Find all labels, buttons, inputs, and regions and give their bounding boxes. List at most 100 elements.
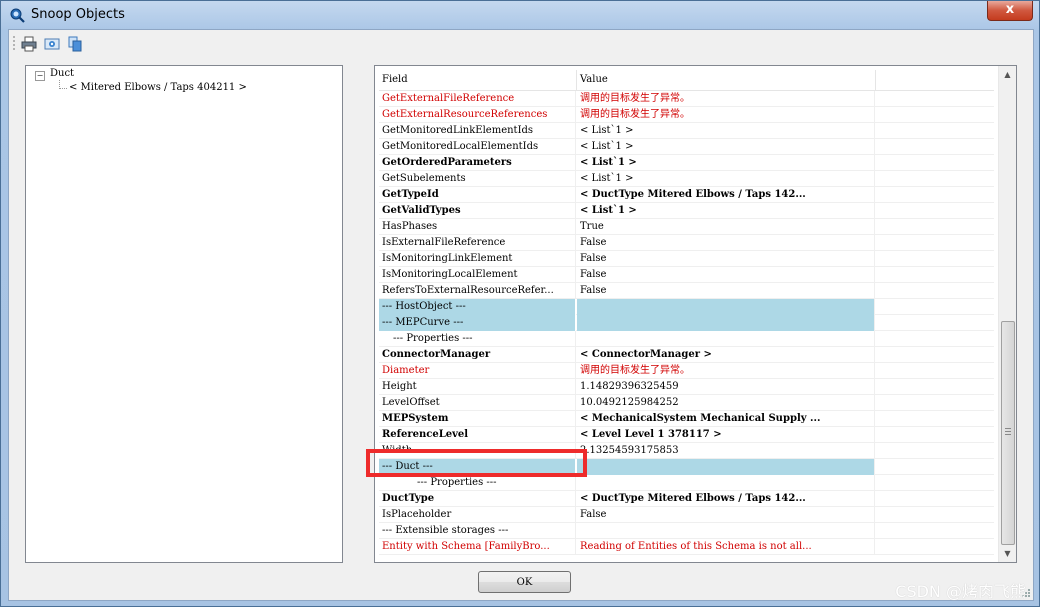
value-cell[interactable]	[577, 459, 875, 475]
grid-row[interactable]: --- Properties ---	[379, 331, 994, 347]
field-cell[interactable]: Height	[379, 379, 576, 395]
field-cell[interactable]: --- HostObject ---	[379, 299, 576, 315]
field-cell[interactable]: ReferenceLevel	[379, 427, 576, 443]
field-cell[interactable]: LevelOffset	[379, 395, 576, 411]
field-cell[interactable]: ConnectorManager	[379, 347, 576, 363]
grid-row[interactable]: IsPlaceholder False	[379, 507, 994, 523]
print-icon[interactable]	[21, 36, 37, 52]
value-cell[interactable]: False	[577, 251, 875, 267]
field-cell[interactable]: --- Properties ---	[379, 331, 576, 347]
value-cell[interactable]	[577, 315, 875, 331]
toolbar-grip-icon[interactable]	[13, 35, 15, 51]
column-header-field[interactable]: Field	[379, 70, 577, 90]
grid-row[interactable]: Diameter 调用的目标发生了异常。	[379, 363, 994, 379]
grid-row[interactable]: GetExternalResourceReferences 调用的目标发生了异常。	[379, 107, 994, 123]
grid-row[interactable]: GetOrderedParameters < List`1 >	[379, 155, 994, 171]
value-cell[interactable]: < DuctType Mitered Elbows / Taps 142...	[577, 187, 875, 203]
ok-button[interactable]: OK	[478, 571, 571, 593]
value-cell[interactable]: < List`1 >	[577, 155, 875, 171]
grid-row[interactable]: LevelOffset 10.0492125984252	[379, 395, 994, 411]
scroll-down-arrow-icon[interactable]: ▼	[999, 545, 1016, 562]
grid-row[interactable]: MEPSystem < MechanicalSystem Mechanical S…	[379, 411, 994, 427]
value-cell[interactable]	[577, 331, 875, 347]
close-button[interactable]: x	[987, 1, 1033, 21]
value-cell[interactable]	[577, 299, 875, 315]
value-cell[interactable]: 2.13254593175853	[577, 443, 875, 459]
value-cell[interactable]: 1.14829396325459	[577, 379, 875, 395]
value-cell[interactable]: 调用的目标发生了异常。	[577, 91, 875, 107]
grid-row[interactable]: Entity with Schema [FamilyBro... Reading …	[379, 539, 994, 555]
field-cell[interactable]: GetMonitoredLinkElementIds	[379, 123, 576, 139]
field-cell[interactable]: IsExternalFileReference	[379, 235, 576, 251]
grid-row[interactable]: --- Extensible storages ---	[379, 523, 994, 539]
value-cell[interactable]: Reading of Entities of this Schema is no…	[577, 539, 875, 555]
field-cell[interactable]: HasPhases	[379, 219, 576, 235]
grid-row[interactable]: ConnectorManager < ConnectorManager >	[379, 347, 994, 363]
object-tree-view[interactable]: − Duct < Mitered Elbows / Taps 404211 >	[25, 65, 343, 563]
grid-row[interactable]: RefersToExternalResourceRefer... False	[379, 283, 994, 299]
value-cell[interactable]: 10.0492125984252	[577, 395, 875, 411]
field-cell[interactable]: DuctType	[379, 491, 576, 507]
value-cell[interactable]: < List`1 >	[577, 123, 875, 139]
value-cell[interactable]: < List`1 >	[577, 139, 875, 155]
grid-row[interactable]: GetTypeId < DuctType Mitered Elbows / Tap…	[379, 187, 994, 203]
grid-row[interactable]: GetValidTypes < List`1 >	[379, 203, 994, 219]
value-cell[interactable]	[577, 475, 875, 491]
property-grid[interactable]: Field Value GetExternalFileReference 调用的目…	[374, 65, 1017, 563]
tree-collapse-icon[interactable]: −	[35, 71, 45, 81]
field-cell[interactable]: Entity with Schema [FamilyBro...	[379, 539, 576, 555]
title-bar[interactable]: Snoop Objects x	[1, 1, 1039, 29]
value-cell[interactable]: < List`1 >	[577, 203, 875, 219]
value-cell[interactable]: 调用的目标发生了异常。	[577, 107, 875, 123]
print-preview-icon[interactable]	[44, 36, 60, 52]
value-cell[interactable]	[577, 523, 875, 539]
tree-node-duct[interactable]: Duct	[50, 68, 74, 79]
field-cell[interactable]: --- Extensible storages ---	[379, 523, 576, 539]
value-cell[interactable]: < DuctType Mitered Elbows / Taps 142...	[577, 491, 875, 507]
value-cell[interactable]: False	[577, 507, 875, 523]
grid-row[interactable]: GetSubelements < List`1 >	[379, 171, 994, 187]
value-cell[interactable]: < ConnectorManager >	[577, 347, 875, 363]
column-header-value[interactable]: Value	[577, 70, 876, 90]
grid-row[interactable]: Height 1.14829396325459	[379, 379, 994, 395]
grid-row[interactable]: GetExternalFileReference 调用的目标发生了异常。	[379, 91, 994, 107]
value-cell[interactable]: 调用的目标发生了异常。	[577, 363, 875, 379]
grid-row[interactable]: HasPhases True	[379, 219, 994, 235]
grid-row[interactable]: IsMonitoringLinkElement False	[379, 251, 994, 267]
grid-row[interactable]: DuctType < DuctType Mitered Elbows / Taps…	[379, 491, 994, 507]
value-cell[interactable]: < MechanicalSystem Mechanical Supply ...	[577, 411, 875, 427]
value-cell[interactable]: False	[577, 235, 875, 251]
field-cell[interactable]: GetExternalFileReference	[379, 91, 576, 107]
field-cell[interactable]: GetExternalResourceReferences	[379, 107, 576, 123]
scrollbar-thumb[interactable]	[1001, 321, 1015, 545]
field-cell[interactable]: RefersToExternalResourceRefer...	[379, 283, 576, 299]
grid-row[interactable]: --- HostObject ---	[379, 299, 994, 315]
grid-row[interactable]: ReferenceLevel < Level Level 1 378117 >	[379, 427, 994, 443]
grid-row[interactable]: --- MEPCurve ---	[379, 315, 994, 331]
field-cell[interactable]: GetTypeId	[379, 187, 576, 203]
scroll-up-arrow-icon[interactable]: ▲	[999, 66, 1016, 83]
field-cell[interactable]: GetMonitoredLocalElementIds	[379, 139, 576, 155]
field-cell[interactable]: GetOrderedParameters	[379, 155, 576, 171]
grid-row[interactable]: GetMonitoredLocalElementIds < List`1 >	[379, 139, 994, 155]
value-cell[interactable]: < List`1 >	[577, 171, 875, 187]
field-cell[interactable]: MEPSystem	[379, 411, 576, 427]
tree-node-mitered-elbows[interactable]: < Mitered Elbows / Taps 404211 >	[69, 82, 247, 93]
grid-row[interactable]: --- Properties ---	[379, 475, 994, 491]
grid-row[interactable]: IsMonitoringLocalElement False	[379, 267, 994, 283]
value-cell[interactable]: False	[577, 267, 875, 283]
vertical-scrollbar[interactable]: ▲ ▼	[998, 66, 1016, 562]
field-cell[interactable]: IsMonitoringLocalElement	[379, 267, 576, 283]
field-cell[interactable]: IsMonitoringLinkElement	[379, 251, 576, 267]
copy-icon[interactable]	[67, 36, 83, 52]
field-cell[interactable]: GetSubelements	[379, 171, 576, 187]
field-cell[interactable]: IsPlaceholder	[379, 507, 576, 523]
field-cell[interactable]: --- Properties ---	[379, 475, 576, 491]
field-cell[interactable]: GetValidTypes	[379, 203, 576, 219]
grid-row[interactable]: IsExternalFileReference False	[379, 235, 994, 251]
grid-row[interactable]: GetMonitoredLinkElementIds < List`1 >	[379, 123, 994, 139]
value-cell[interactable]: True	[577, 219, 875, 235]
field-cell[interactable]: Diameter	[379, 363, 576, 379]
value-cell[interactable]: < Level Level 1 378117 >	[577, 427, 875, 443]
value-cell[interactable]: False	[577, 283, 875, 299]
